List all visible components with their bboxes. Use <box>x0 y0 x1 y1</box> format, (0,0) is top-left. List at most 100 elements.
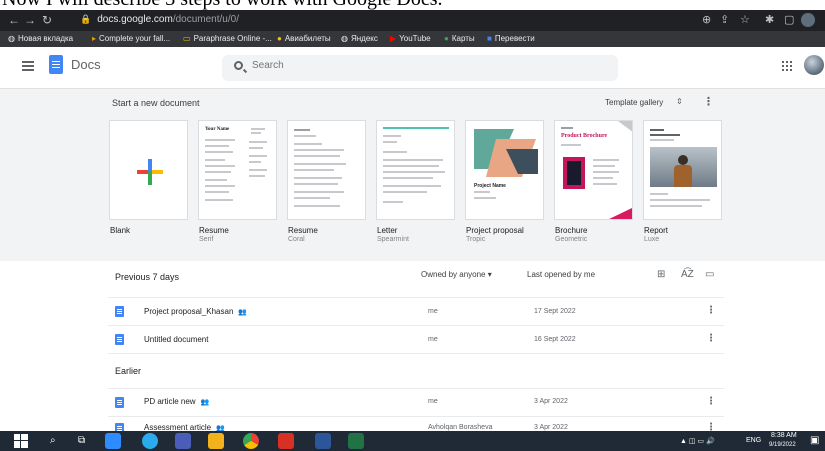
tray-icons[interactable]: ▲ ◫ ▭ 🔊 <box>680 437 715 445</box>
clock-date[interactable]: 9/19/2022 <box>769 442 796 448</box>
row-divider <box>108 297 724 298</box>
zoom-app-icon[interactable] <box>105 433 121 449</box>
docs-logo-icon[interactable] <box>49 55 63 74</box>
template-blank[interactable] <box>109 120 188 220</box>
thumbnail-title: Your Name <box>205 127 230 132</box>
zoom-icon[interactable]: ⊕ <box>702 13 711 26</box>
app-title[interactable]: Docs <box>71 57 101 72</box>
excel-icon[interactable] <box>348 433 364 449</box>
owner-filter-dropdown[interactable]: Owned by anyone ▾ <box>421 270 492 279</box>
google-apps-icon[interactable] <box>782 61 792 71</box>
template-subname: Coral <box>288 236 305 243</box>
template-gallery-button[interactable]: Template gallery <box>605 98 663 107</box>
search-icon[interactable]: ⌕ <box>50 435 56 446</box>
sort-az-icon[interactable]: A͡Z <box>681 269 694 280</box>
template-subname: Spearmint <box>377 236 409 243</box>
browser-profile-avatar[interactable] <box>801 13 815 27</box>
report-photo <box>650 147 717 187</box>
folder-icon[interactable]: ▭ <box>705 269 714 280</box>
bookmark-item[interactable]: ● Карты <box>444 34 475 43</box>
template-name: Resume <box>288 226 318 235</box>
expand-collapse-icon[interactable]: ⇕ <box>676 97 683 106</box>
flight-icon: ● <box>277 34 282 43</box>
recent-heading: Previous 7 days <box>115 272 180 282</box>
row-divider <box>108 388 724 389</box>
docs-header: Docs <box>0 47 825 89</box>
template-report-luxe[interactable] <box>643 120 722 220</box>
bookmark-item[interactable]: ◍ Новая вкладка <box>8 34 73 43</box>
notification-icon[interactable]: ▣ <box>810 435 819 446</box>
template-name: Report <box>644 226 669 235</box>
telegram-icon[interactable] <box>142 433 158 449</box>
doc-name[interactable]: Untitled document <box>144 335 208 344</box>
chrome-icon[interactable] <box>243 433 259 449</box>
more-vert-icon[interactable]: ⋮ <box>706 333 716 344</box>
doc-file-icon <box>115 306 124 317</box>
extensions-icon[interactable]: ✱ <box>765 13 774 26</box>
doc-date: 16 Sept 2022 <box>534 336 576 343</box>
bookmark-item[interactable]: ◍ Яндекс <box>341 34 378 43</box>
star-icon[interactable]: ☆ <box>740 13 750 26</box>
brochure-corner <box>618 121 632 132</box>
clock-time[interactable]: 8:38 AM <box>771 432 797 439</box>
bookmark-item[interactable]: ▭ Paraphrase Online -... <box>183 34 272 43</box>
caption-text: Now I will describe 3 steps to work with… <box>2 0 443 10</box>
thumbnail-title: Project Name <box>474 183 506 189</box>
doc-owner: me <box>428 308 438 315</box>
bookmark-item[interactable]: ▶ YouTube <box>390 34 431 43</box>
template-subname: Tropic <box>466 236 486 243</box>
doc-name[interactable]: Project proposal_Khasan 👥 <box>144 307 247 316</box>
bookmark-item[interactable]: ■ Перевести <box>487 34 535 43</box>
doc-owner: Avholqan Borasheva <box>428 424 493 431</box>
reload-icon[interactable]: ↻ <box>42 13 52 27</box>
bookmark-item[interactable]: ● Авиабилеты <box>277 34 331 43</box>
youtube-icon: ▶ <box>390 34 397 43</box>
url-path: /document/u/0/ <box>172 14 239 25</box>
word-icon[interactable] <box>315 433 331 449</box>
template-name: Blank <box>110 226 131 235</box>
template-brochure[interactable]: Product Brochure <box>554 120 633 220</box>
template-project-proposal[interactable]: Project Name <box>465 120 544 220</box>
template-name: Project proposal <box>466 226 524 235</box>
more-vert-icon[interactable]: ⋮ <box>706 305 716 316</box>
doc-file-icon <box>115 334 124 345</box>
language-indicator[interactable]: ENG <box>746 437 761 444</box>
doc-owner: me <box>428 336 438 343</box>
search-bar[interactable] <box>222 55 618 81</box>
doc-name[interactable]: PD article new 👥 <box>144 397 209 406</box>
template-letter-spearmint[interactable] <box>376 120 455 220</box>
doc-owner: me <box>428 398 438 405</box>
address-bar[interactable]: 🔒 docs.google.com/document/u/0/ <box>80 11 692 28</box>
search-input[interactable] <box>252 60 552 71</box>
bookmarks-bar: ◍ Новая вкладка ▸ Complete your fall... ▭ P… <box>0 31 825 47</box>
sort-label[interactable]: Last opened by me <box>527 270 595 279</box>
forward-icon[interactable]: → <box>24 13 36 27</box>
doc-date: 3 Apr 2022 <box>534 424 568 431</box>
bookmark-item[interactable]: ▸ Complete your fall... <box>92 34 170 43</box>
url-domain: docs.google.com <box>97 14 173 25</box>
more-vert-icon[interactable]: ⋮ <box>706 396 716 407</box>
caption-strip: Now I will describe 3 steps to work with… <box>0 0 825 10</box>
start-new-heading: Start a new document <box>112 98 200 108</box>
earlier-heading: Earlier <box>115 366 142 376</box>
share-icon[interactable]: ⇪ <box>720 13 729 26</box>
window-icon[interactable]: ▢ <box>784 13 794 26</box>
menu-icon[interactable] <box>22 61 34 71</box>
more-options-icon[interactable]: ⋮ <box>703 95 714 108</box>
row-divider <box>108 416 724 417</box>
acrobat-icon[interactable] <box>278 433 294 449</box>
lock-icon: 🔒 <box>80 14 92 24</box>
file-explorer-icon[interactable] <box>208 433 224 449</box>
grid-view-icon[interactable]: ⊞ <box>657 269 665 280</box>
template-name: Brochure <box>555 226 588 235</box>
windows-start-icon[interactable] <box>14 434 28 448</box>
task-view-icon[interactable]: ⧉ <box>78 435 85 446</box>
account-avatar[interactable] <box>804 55 824 75</box>
template-resume-serif[interactable]: Your Name <box>198 120 277 220</box>
search-icon[interactable] <box>234 61 243 70</box>
template-subname: Geometric <box>555 236 588 243</box>
bookmark-icon: ▸ <box>92 34 97 43</box>
template-resume-coral[interactable] <box>287 120 366 220</box>
back-icon[interactable]: ← <box>8 13 20 27</box>
calendar-app-icon[interactable] <box>175 433 191 449</box>
